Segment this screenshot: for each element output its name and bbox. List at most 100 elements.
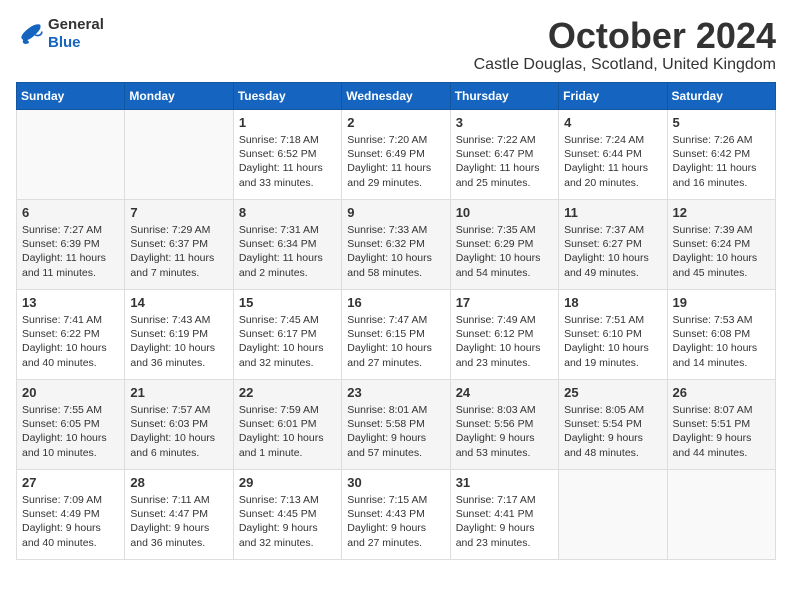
day-number: 31 <box>456 474 553 492</box>
calendar-cell: 30Sunrise: 7:15 AMSunset: 4:43 PMDayligh… <box>342 469 450 559</box>
cell-info: Sunrise: 7:31 AMSunset: 6:34 PMDaylight:… <box>239 223 336 280</box>
calendar-cell: 9Sunrise: 7:33 AMSunset: 6:32 PMDaylight… <box>342 199 450 289</box>
cell-info: Sunrise: 7:41 AMSunset: 6:22 PMDaylight:… <box>22 313 119 370</box>
cell-info: Sunrise: 8:05 AMSunset: 5:54 PMDaylight:… <box>564 403 661 460</box>
cell-info: Sunrise: 7:37 AMSunset: 6:27 PMDaylight:… <box>564 223 661 280</box>
calendar-cell: 26Sunrise: 8:07 AMSunset: 5:51 PMDayligh… <box>667 379 775 469</box>
cell-info: Sunrise: 7:29 AMSunset: 6:37 PMDaylight:… <box>130 223 227 280</box>
cell-info: Sunrise: 7:20 AMSunset: 6:49 PMDaylight:… <box>347 133 444 190</box>
cell-info: Sunrise: 8:03 AMSunset: 5:56 PMDaylight:… <box>456 403 553 460</box>
calendar-cell: 11Sunrise: 7:37 AMSunset: 6:27 PMDayligh… <box>559 199 667 289</box>
calendar-cell: 1Sunrise: 7:18 AMSunset: 6:52 PMDaylight… <box>233 109 341 199</box>
calendar-cell: 16Sunrise: 7:47 AMSunset: 6:15 PMDayligh… <box>342 289 450 379</box>
weekday-header-thursday: Thursday <box>450 82 558 109</box>
weekday-header-saturday: Saturday <box>667 82 775 109</box>
cell-info: Sunrise: 8:01 AMSunset: 5:58 PMDaylight:… <box>347 403 444 460</box>
day-number: 18 <box>564 294 661 312</box>
day-number: 15 <box>239 294 336 312</box>
day-number: 13 <box>22 294 119 312</box>
cell-info: Sunrise: 7:33 AMSunset: 6:32 PMDaylight:… <box>347 223 444 280</box>
cell-info: Sunrise: 7:39 AMSunset: 6:24 PMDaylight:… <box>673 223 770 280</box>
cell-info: Sunrise: 7:43 AMSunset: 6:19 PMDaylight:… <box>130 313 227 370</box>
day-number: 22 <box>239 384 336 402</box>
day-number: 6 <box>22 204 119 222</box>
calendar-body: 1Sunrise: 7:18 AMSunset: 6:52 PMDaylight… <box>17 109 776 559</box>
calendar-cell: 5Sunrise: 7:26 AMSunset: 6:42 PMDaylight… <box>667 109 775 199</box>
cell-info: Sunrise: 8:07 AMSunset: 5:51 PMDaylight:… <box>673 403 770 460</box>
logo-general: General <box>48 16 104 33</box>
calendar-cell: 6Sunrise: 7:27 AMSunset: 6:39 PMDaylight… <box>17 199 125 289</box>
location-title: Castle Douglas, Scotland, United Kingdom <box>474 56 776 74</box>
calendar-cell <box>125 109 233 199</box>
calendar-cell: 15Sunrise: 7:45 AMSunset: 6:17 PMDayligh… <box>233 289 341 379</box>
day-number: 29 <box>239 474 336 492</box>
weekday-header-row: SundayMondayTuesdayWednesdayThursdayFrid… <box>17 82 776 109</box>
calendar-cell: 21Sunrise: 7:57 AMSunset: 6:03 PMDayligh… <box>125 379 233 469</box>
calendar-cell: 4Sunrise: 7:24 AMSunset: 6:44 PMDaylight… <box>559 109 667 199</box>
calendar-cell: 8Sunrise: 7:31 AMSunset: 6:34 PMDaylight… <box>233 199 341 289</box>
cell-info: Sunrise: 7:18 AMSunset: 6:52 PMDaylight:… <box>239 133 336 190</box>
day-number: 8 <box>239 204 336 222</box>
cell-info: Sunrise: 7:26 AMSunset: 6:42 PMDaylight:… <box>673 133 770 190</box>
calendar-cell: 3Sunrise: 7:22 AMSunset: 6:47 PMDaylight… <box>450 109 558 199</box>
week-row-4: 20Sunrise: 7:55 AMSunset: 6:05 PMDayligh… <box>17 379 776 469</box>
day-number: 4 <box>564 114 661 132</box>
logo-icon <box>16 23 44 45</box>
calendar-cell: 10Sunrise: 7:35 AMSunset: 6:29 PMDayligh… <box>450 199 558 289</box>
calendar-cell <box>17 109 125 199</box>
month-title: October 2024 <box>474 16 776 56</box>
calendar-cell: 31Sunrise: 7:17 AMSunset: 4:41 PMDayligh… <box>450 469 558 559</box>
weekday-header-friday: Friday <box>559 82 667 109</box>
weekday-header-wednesday: Wednesday <box>342 82 450 109</box>
weekday-header-sunday: Sunday <box>17 82 125 109</box>
day-number: 21 <box>130 384 227 402</box>
calendar-cell: 17Sunrise: 7:49 AMSunset: 6:12 PMDayligh… <box>450 289 558 379</box>
calendar-cell: 12Sunrise: 7:39 AMSunset: 6:24 PMDayligh… <box>667 199 775 289</box>
day-number: 9 <box>347 204 444 222</box>
day-number: 1 <box>239 114 336 132</box>
week-row-3: 13Sunrise: 7:41 AMSunset: 6:22 PMDayligh… <box>17 289 776 379</box>
calendar-cell: 19Sunrise: 7:53 AMSunset: 6:08 PMDayligh… <box>667 289 775 379</box>
calendar-cell: 25Sunrise: 8:05 AMSunset: 5:54 PMDayligh… <box>559 379 667 469</box>
week-row-2: 6Sunrise: 7:27 AMSunset: 6:39 PMDaylight… <box>17 199 776 289</box>
day-number: 19 <box>673 294 770 312</box>
cell-info: Sunrise: 7:24 AMSunset: 6:44 PMDaylight:… <box>564 133 661 190</box>
calendar-table: SundayMondayTuesdayWednesdayThursdayFrid… <box>16 82 776 560</box>
calendar-cell: 20Sunrise: 7:55 AMSunset: 6:05 PMDayligh… <box>17 379 125 469</box>
cell-info: Sunrise: 7:47 AMSunset: 6:15 PMDaylight:… <box>347 313 444 370</box>
week-row-1: 1Sunrise: 7:18 AMSunset: 6:52 PMDaylight… <box>17 109 776 199</box>
cell-info: Sunrise: 7:17 AMSunset: 4:41 PMDaylight:… <box>456 493 553 550</box>
day-number: 5 <box>673 114 770 132</box>
cell-info: Sunrise: 7:27 AMSunset: 6:39 PMDaylight:… <box>22 223 119 280</box>
calendar-cell: 14Sunrise: 7:43 AMSunset: 6:19 PMDayligh… <box>125 289 233 379</box>
calendar-cell: 24Sunrise: 8:03 AMSunset: 5:56 PMDayligh… <box>450 379 558 469</box>
cell-info: Sunrise: 7:51 AMSunset: 6:10 PMDaylight:… <box>564 313 661 370</box>
calendar-cell: 18Sunrise: 7:51 AMSunset: 6:10 PMDayligh… <box>559 289 667 379</box>
calendar-cell: 13Sunrise: 7:41 AMSunset: 6:22 PMDayligh… <box>17 289 125 379</box>
calendar-cell: 29Sunrise: 7:13 AMSunset: 4:45 PMDayligh… <box>233 469 341 559</box>
header: General Blue October 2024 Castle Douglas… <box>16 16 776 74</box>
logo-text: General Blue <box>48 16 104 52</box>
calendar-cell <box>667 469 775 559</box>
calendar-cell: 28Sunrise: 7:11 AMSunset: 4:47 PMDayligh… <box>125 469 233 559</box>
calendar-cell: 7Sunrise: 7:29 AMSunset: 6:37 PMDaylight… <box>125 199 233 289</box>
day-number: 28 <box>130 474 227 492</box>
day-number: 30 <box>347 474 444 492</box>
day-number: 14 <box>130 294 227 312</box>
weekday-header-tuesday: Tuesday <box>233 82 341 109</box>
cell-info: Sunrise: 7:45 AMSunset: 6:17 PMDaylight:… <box>239 313 336 370</box>
day-number: 12 <box>673 204 770 222</box>
day-number: 27 <box>22 474 119 492</box>
cell-info: Sunrise: 7:53 AMSunset: 6:08 PMDaylight:… <box>673 313 770 370</box>
cell-info: Sunrise: 7:11 AMSunset: 4:47 PMDaylight:… <box>130 493 227 550</box>
calendar-cell <box>559 469 667 559</box>
day-number: 24 <box>456 384 553 402</box>
logo: General Blue <box>16 16 104 52</box>
cell-info: Sunrise: 7:35 AMSunset: 6:29 PMDaylight:… <box>456 223 553 280</box>
week-row-5: 27Sunrise: 7:09 AMSunset: 4:49 PMDayligh… <box>17 469 776 559</box>
day-number: 23 <box>347 384 444 402</box>
calendar-cell: 2Sunrise: 7:20 AMSunset: 6:49 PMDaylight… <box>342 109 450 199</box>
day-number: 16 <box>347 294 444 312</box>
day-number: 20 <box>22 384 119 402</box>
calendar-cell: 27Sunrise: 7:09 AMSunset: 4:49 PMDayligh… <box>17 469 125 559</box>
